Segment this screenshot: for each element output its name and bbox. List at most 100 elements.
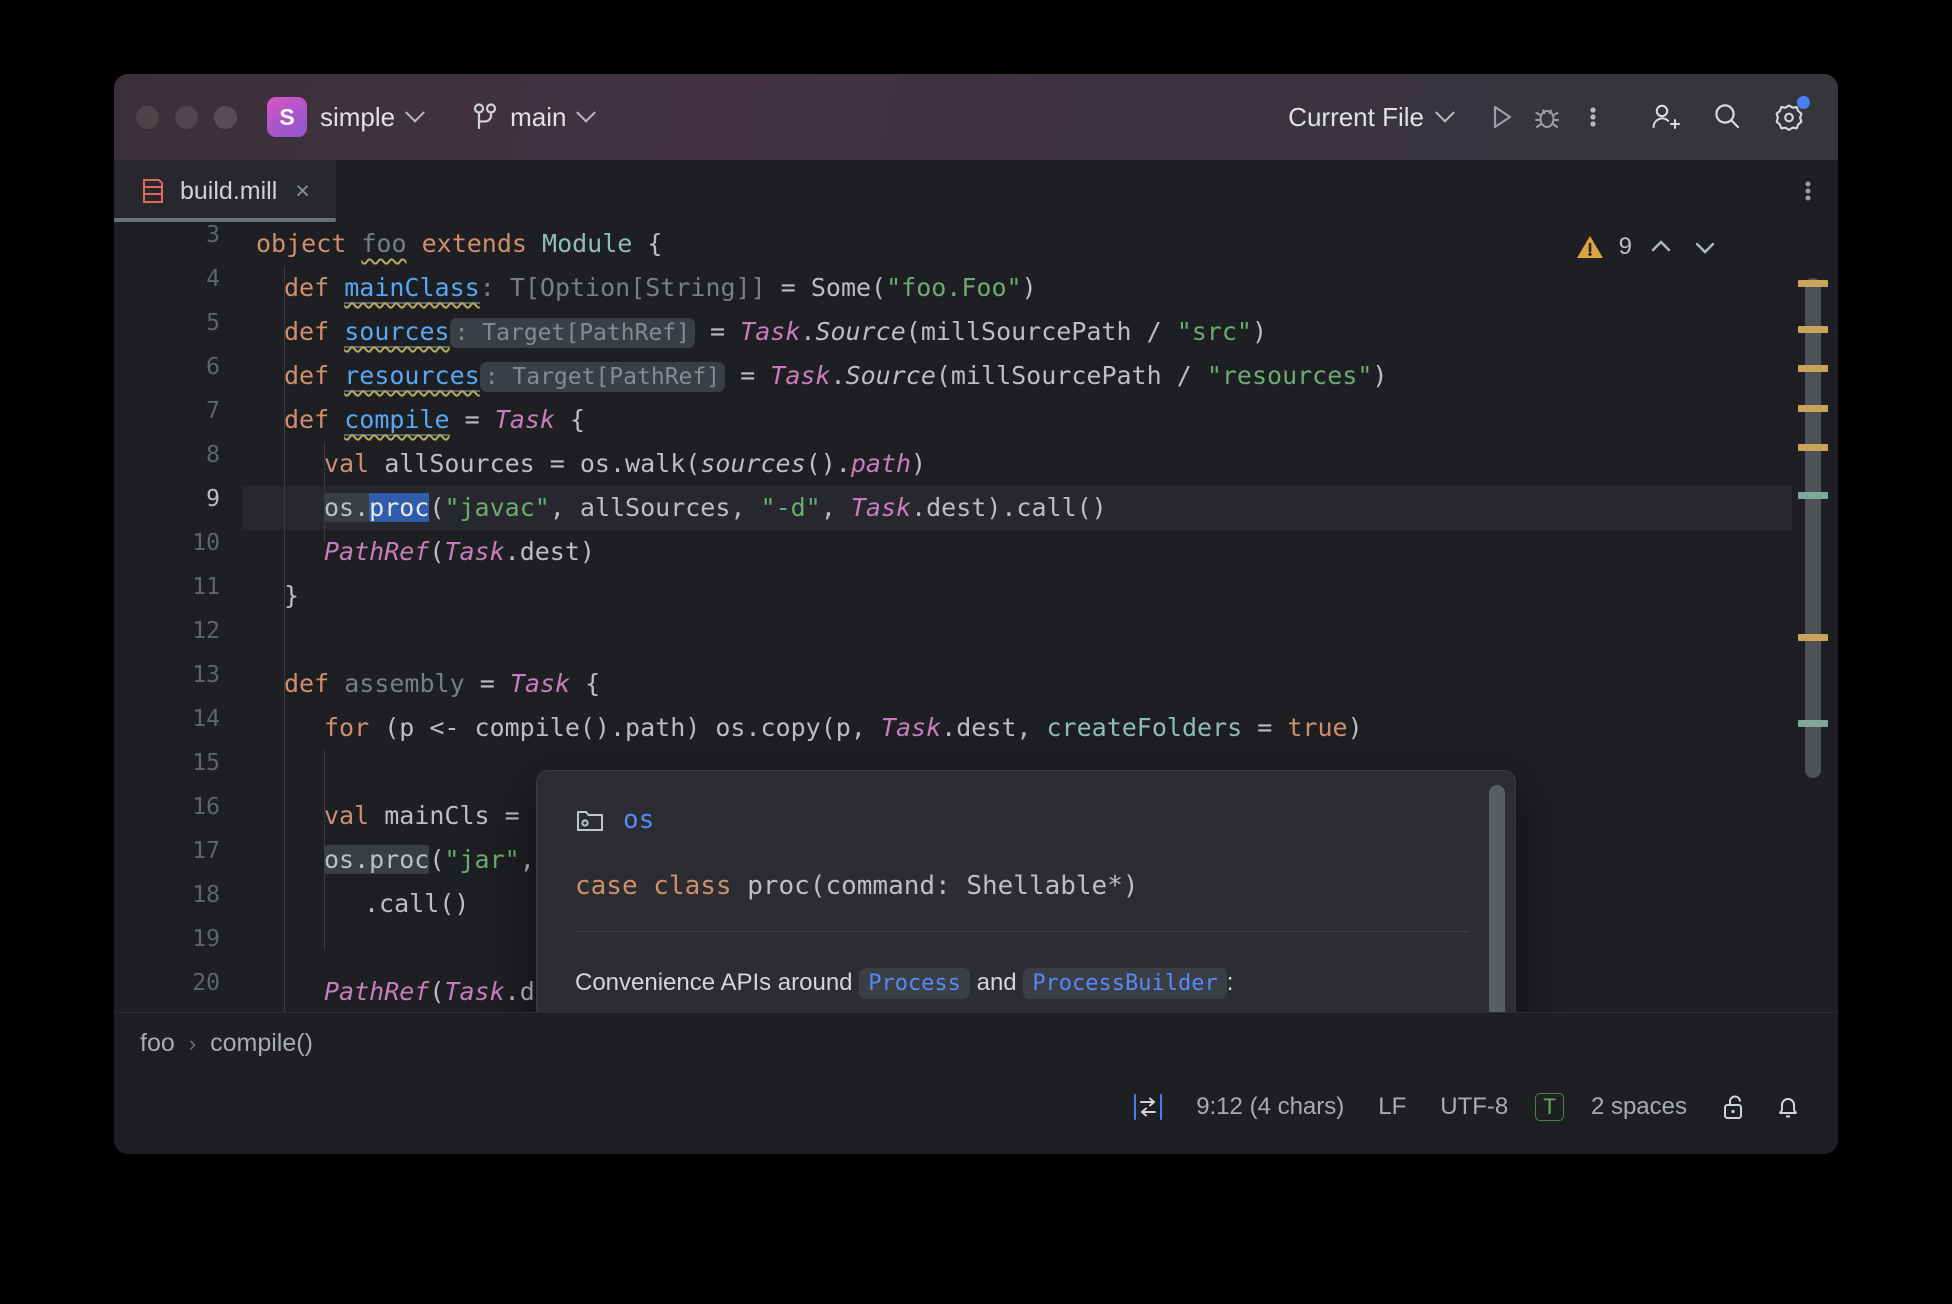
line-number: 8 [206,442,220,468]
git-branch-selector[interactable]: main [464,98,600,137]
chevron-down-icon [575,102,596,123]
stripe-warning-mark[interactable] [1798,444,1828,451]
bell-icon[interactable] [1764,1092,1812,1122]
chevron-down-icon [1435,102,1455,123]
titlebar-right-actions [1642,94,1812,140]
error-stripe-scrollbar[interactable] [1792,222,1838,1012]
minimize-window-button[interactable] [175,105,198,129]
line-number: 13 [192,662,220,688]
type-badge-wrap[interactable]: T [1525,1093,1574,1121]
stripe-warning-mark[interactable] [1798,634,1828,641]
window-titlebar: S simple main Current File [114,74,1838,160]
popup-code-chip-process[interactable]: Process [859,968,970,999]
editor-scrollbar-thumb[interactable] [1805,278,1821,778]
inlay-type-hint[interactable]: : Target[PathRef] [449,318,695,348]
maximize-window-button[interactable] [214,105,237,129]
code-line-7: def compile = Task { [284,405,586,436]
line-number: 6 [206,354,220,380]
breadcrumb-item-foo[interactable]: foo [140,1029,175,1058]
code-line-14: for (p <- compile().path) os.copy(p, Tas… [324,713,1363,742]
close-icon[interactable]: × [291,177,314,206]
popup-signature-keywords: case class [575,871,748,901]
add-user-icon [1648,100,1682,134]
stripe-info-mark[interactable] [1798,720,1828,727]
line-number: 14 [192,706,220,732]
code-line-6: def resources: Target[PathRef] = Task.So… [284,361,1388,392]
inlay-type-hint[interactable]: : Target[PathRef] [479,362,726,392]
breadcrumb-item-compile[interactable]: compile() [210,1029,313,1058]
line-number: 17 [192,838,220,864]
prev-warning-chevron[interactable] [1646,236,1676,258]
line-number-current: 9 [206,486,220,512]
branch-name-label: main [510,101,567,132]
popup-intro-paragraph: Convenience APIs around Process and Proc… [575,966,1469,1001]
mill-file-icon [140,176,166,206]
popup-package-name[interactable]: os [623,805,654,835]
run-button[interactable] [1478,94,1524,140]
more-options-icon [1804,177,1812,205]
indent-selector[interactable]: 2 spaces [1574,1093,1704,1121]
line-number: 16 [192,794,220,820]
more-options-icon [1589,102,1597,132]
warning-count-label: 9 [1618,233,1632,260]
caret-position[interactable]: 9:12 (4 chars) [1179,1093,1361,1121]
more-options-button[interactable] [1570,94,1616,140]
status-bar: 9:12 (4 chars) LF UTF-8 T 2 spaces [114,1074,1838,1140]
documentation-popup[interactable]: os case class proc(command: Shellable*) … [536,770,1516,1012]
encoding-selector[interactable]: UTF-8 [1423,1093,1525,1121]
project-name-label: simple [320,101,396,132]
popup-content: os case class proc(command: Shellable*) … [537,771,1515,1012]
search-button[interactable] [1704,94,1750,140]
popup-intro-before: Convenience APIs around [575,969,860,996]
line-number: 3 [206,222,220,248]
popup-scrollbar[interactable] [1489,785,1505,1012]
desktop-background: S simple main Current File build.mill × … [0,0,1952,1304]
search-icon [1710,100,1744,134]
tab-title: build.mill [180,176,278,205]
stripe-info-mark[interactable] [1798,492,1828,499]
settings-notification-dot [1797,96,1810,109]
popup-intro-between: and [969,969,1024,996]
run-icon [1486,102,1516,132]
project-selector[interactable]: S simple [263,93,430,141]
popup-body: Convenience APIs around Process and Proc… [575,966,1469,1012]
code-line-13: def assembly = Task { [284,669,601,698]
code-line-9: os.proc("javac", allSources, "-d", Task.… [324,493,1107,522]
selected-text[interactable]: proc [369,493,430,522]
git-branch-icon [472,102,498,132]
line-number: 12 [192,618,220,644]
inspection-warnings-widget[interactable]: 9 [1575,232,1720,262]
window-traffic-lights [136,105,237,129]
indent-guide [284,706,285,1012]
stripe-warning-mark[interactable] [1798,365,1828,372]
tab-build-mill[interactable]: build.mill × [114,160,336,222]
settings-button[interactable] [1766,94,1812,140]
ide-window: S simple main Current File build.mill × … [114,74,1838,1154]
add-user-button[interactable] [1642,94,1688,140]
status-badge: T [1535,1093,1564,1121]
next-warning-chevron[interactable] [1690,236,1720,258]
stripe-warning-mark[interactable] [1798,280,1828,287]
code-line-8: val allSources = os.walk(sources().path) [324,449,927,478]
run-configuration-selector[interactable]: Current File [1288,101,1455,133]
popup-scrollbar-thumb[interactable] [1489,785,1505,1012]
debug-icon [1532,102,1562,132]
tab-options-button[interactable] [1804,160,1838,222]
stripe-warning-mark[interactable] [1798,326,1828,333]
breadcrumb: foo › compile() [114,1012,1838,1074]
popup-code-chip-processbuilder[interactable]: ProcessBuilder [1023,968,1227,999]
code-editor[interactable]: 3 4 5 6 7 8 9 10 11 12 13 14 15 16 17 18… [114,222,1838,1012]
debug-button[interactable] [1524,94,1570,140]
run-config-label: Current File [1288,101,1424,132]
popup-header: os [575,805,1469,835]
unlocked-padlock-icon[interactable] [1704,1092,1764,1122]
code-line-4: def mainClass: T[Option[String]] = Some(… [284,273,1037,304]
warning-triangle-icon [1575,232,1605,262]
stripe-warning-mark[interactable] [1798,405,1828,412]
line-number: 11 [192,574,220,600]
popup-signature-rest: proc(command: Shellable*) [747,871,1139,901]
line-number: 20 [192,970,220,996]
close-window-button[interactable] [136,105,159,129]
line-separator-icon[interactable] [1117,1092,1179,1122]
line-ending-selector[interactable]: LF [1361,1093,1423,1121]
